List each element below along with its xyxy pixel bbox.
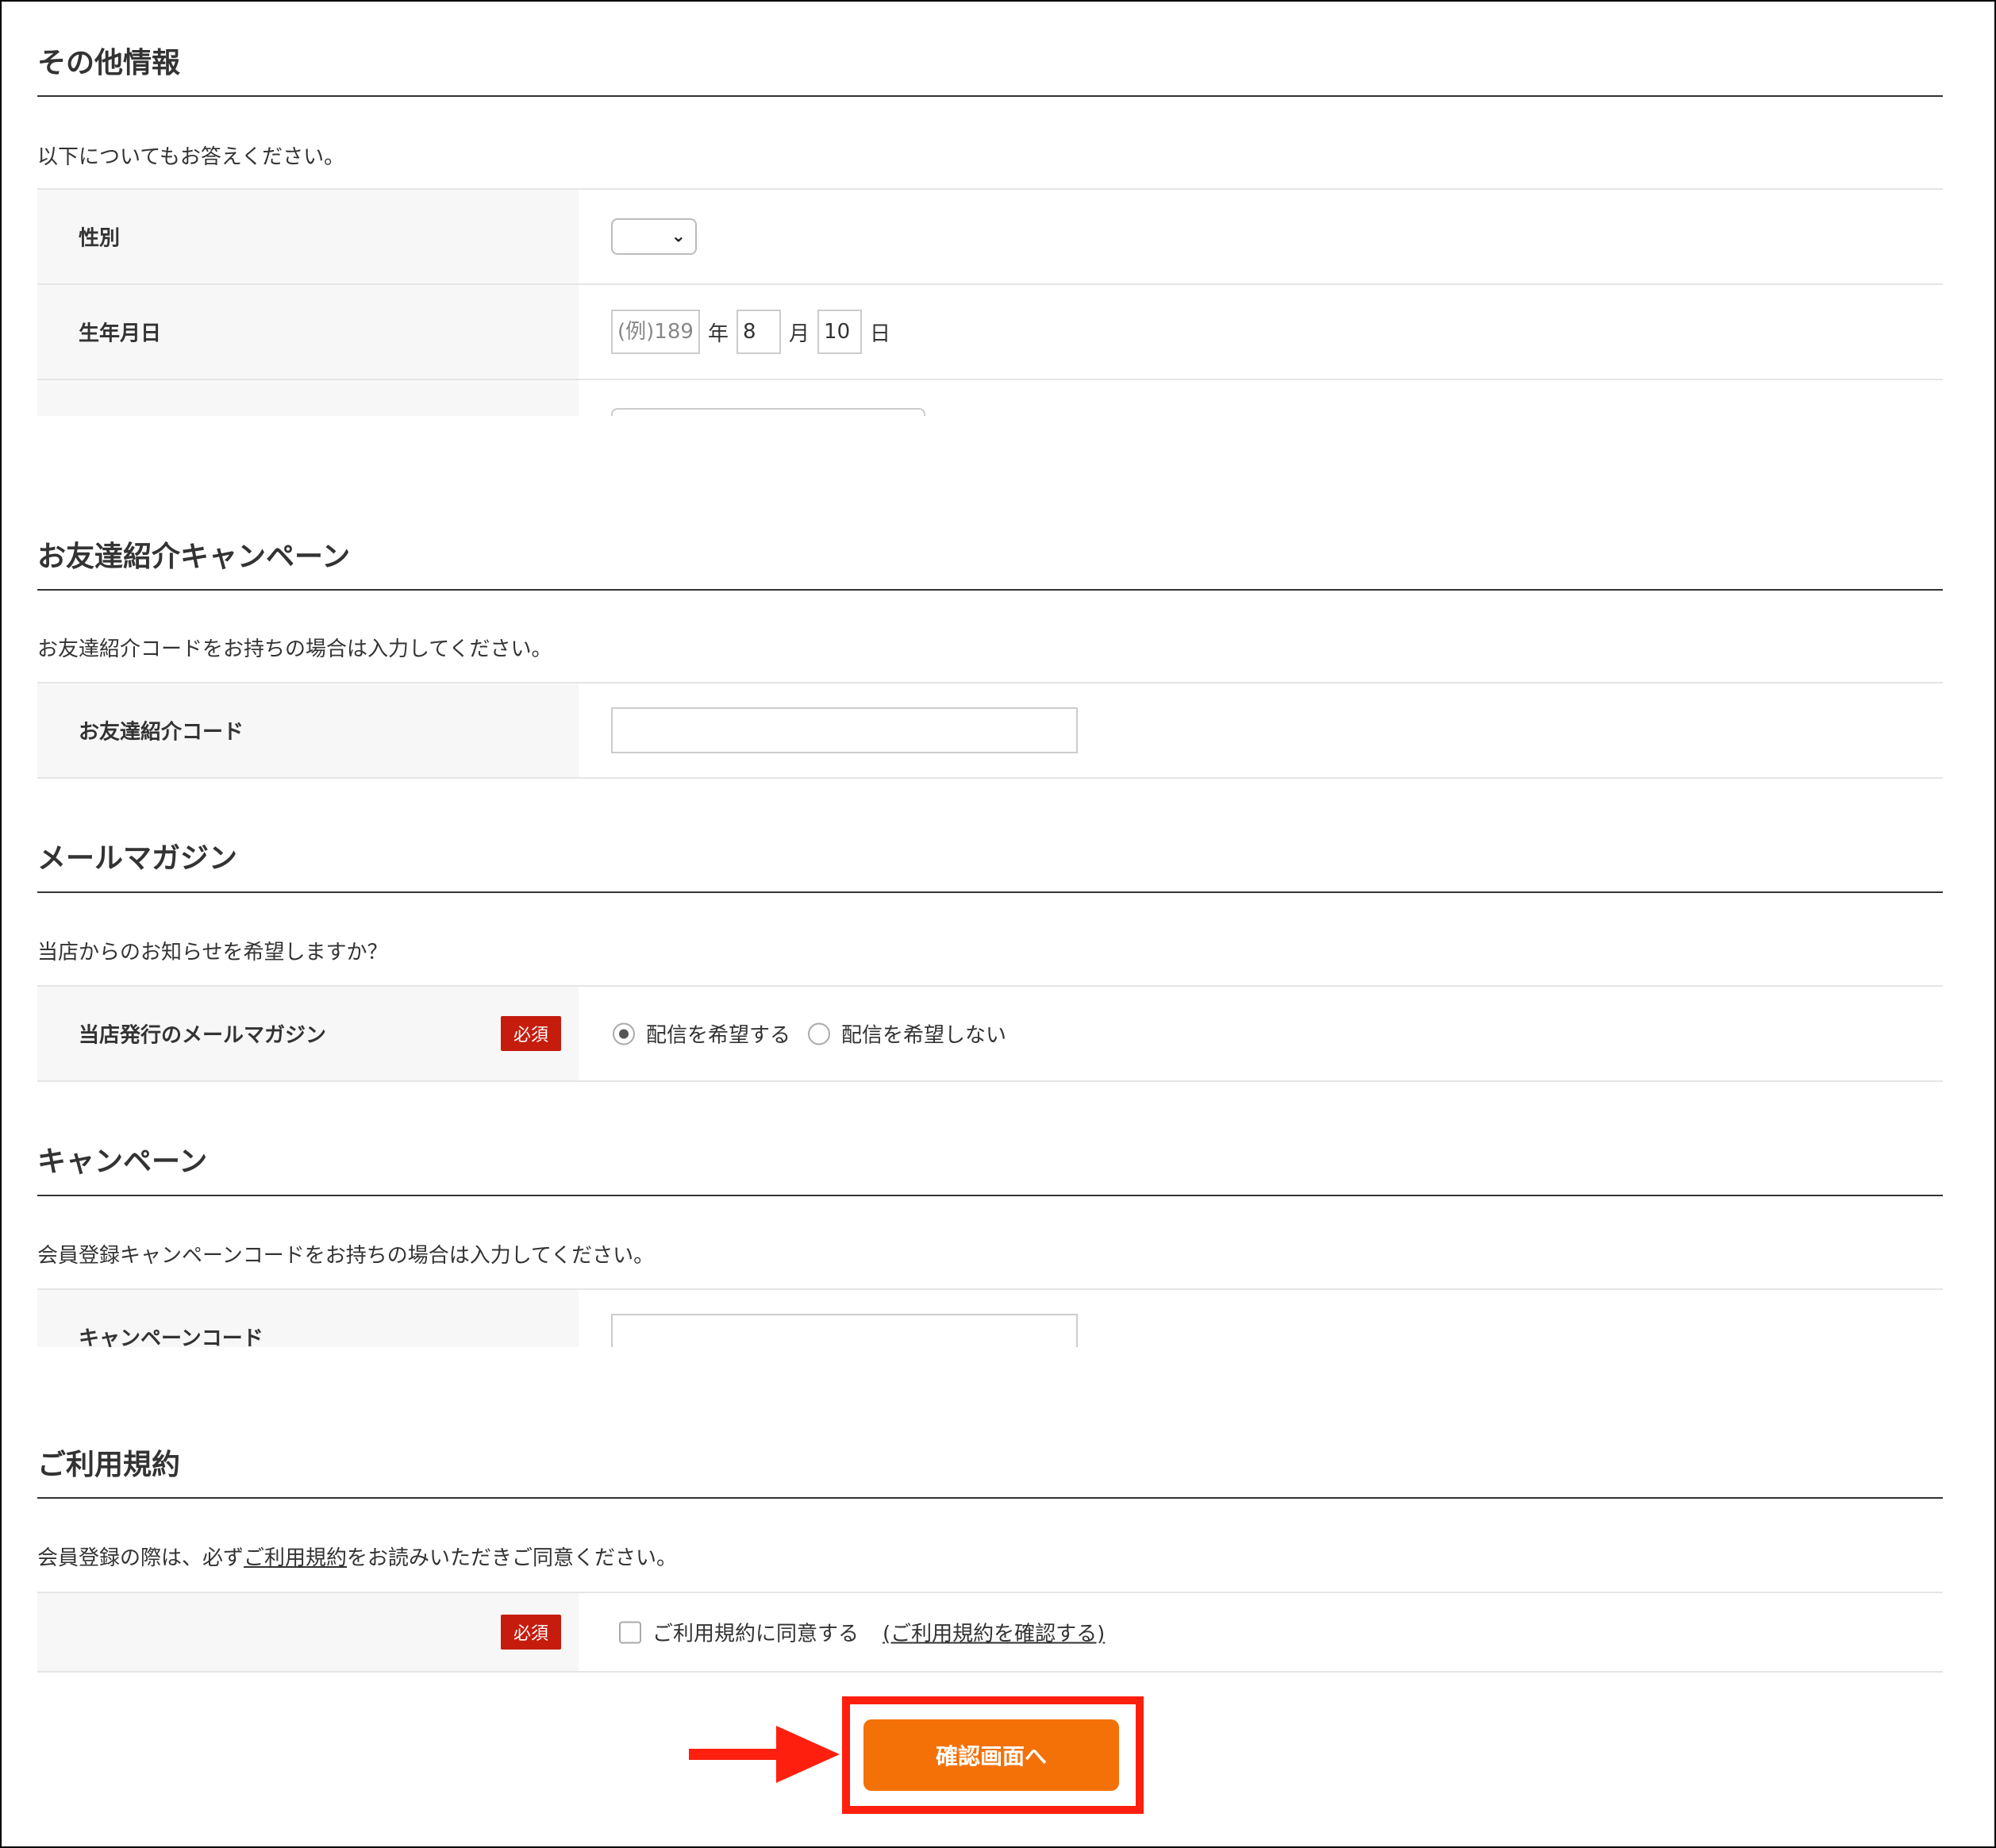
option-no-label[interactable]: 配信を希望しない	[841, 1019, 1006, 1049]
form-row-referral-code: お友達紹介コード	[37, 682, 1943, 779]
radio-newsletter-no[interactable]	[808, 1022, 831, 1045]
section-divider	[37, 891, 1943, 893]
month-unit: 月	[789, 321, 810, 346]
field-label-cell: 生年月日	[37, 285, 579, 379]
terms-agree-checkbox[interactable]	[619, 1621, 641, 1643]
section-title-newsletter: メールマガジン	[37, 842, 238, 875]
terms-desc-after: をお読みいただきご同意ください。	[347, 1546, 678, 1570]
gender-label: 性別	[79, 226, 121, 251]
radio-newsletter-yes[interactable]	[613, 1022, 635, 1045]
newsletter-label: 当店発行のメールマガジン	[79, 1023, 327, 1048]
form-row-campaign-code: キャンペーンコード	[37, 1288, 1943, 1347]
campaign-code-input[interactable]	[611, 1314, 1078, 1347]
section-desc-newsletter: 当店からのお知らせを希望しますか？	[37, 941, 388, 964]
birth-month-input[interactable]: 8	[736, 310, 782, 354]
section-divider	[37, 1195, 1943, 1196]
section-title-campaign: キャンペーン	[37, 1145, 208, 1178]
field-label-cell: キャンペーンコード	[37, 1290, 579, 1347]
form-row-gender: 性別 ⌄	[37, 188, 1943, 283]
terms-agree-label[interactable]: ご利用規約に同意する	[652, 1618, 859, 1647]
section-divider	[37, 95, 1943, 97]
form-row-truncated	[37, 379, 1943, 416]
birth-year-input[interactable]: (例)189	[611, 310, 700, 354]
terms-link[interactable]: ご利用規約	[244, 1546, 347, 1570]
confirm-button[interactable]: 確認画面へ	[863, 1719, 1119, 1791]
registration-form-page: その他情報 以下についてもお答えください。 性別 ⌄ 生年月日 (例)189 年…	[0, 0, 1996, 1848]
truncated-field[interactable]	[611, 408, 925, 416]
section-title-terms: ご利用規約	[37, 1449, 181, 1481]
gender-select[interactable]: ⌄	[611, 218, 697, 255]
option-yes-label[interactable]: 配信を希望する	[646, 1019, 790, 1049]
section-desc-referral: お友達紹介コードをお持ちの場合は入力してください。	[37, 637, 552, 661]
required-badge: 必須	[500, 1615, 561, 1650]
terms-desc-before: 会員登録の際は、必ず	[37, 1546, 244, 1570]
field-label-cell: 必須	[37, 1593, 579, 1671]
campaign-code-label: キャンペーンコード	[79, 1326, 263, 1348]
chevron-down-icon: ⌄	[671, 226, 686, 247]
field-label-cell: 当店発行のメールマガジン 必須	[37, 987, 579, 1080]
referral-code-input[interactable]	[611, 707, 1078, 753]
terms-confirm-link[interactable]: (ご利用規約を確認する)	[883, 1618, 1105, 1647]
section-title-other: その他情報	[37, 47, 181, 79]
form-row-newsletter: 当店発行のメールマガジン 必須 配信を希望する 配信を希望しない	[37, 985, 1943, 1082]
field-label-cell: お友達紹介コード	[37, 683, 579, 777]
birth-day-input[interactable]: 10	[817, 310, 863, 354]
section-divider	[37, 1497, 1943, 1499]
day-unit: 日	[870, 321, 891, 346]
arrow-right-icon	[689, 1726, 840, 1783]
referral-code-label: お友達紹介コード	[79, 720, 244, 745]
section-desc-campaign: 会員登録キャンペーンコードをお持ちの場合は入力してください。	[37, 1244, 655, 1268]
birthday-label: 生年月日	[79, 321, 162, 346]
section-title-referral: お友達紹介キャンペーン	[37, 541, 351, 573]
field-label-cell: 性別	[37, 190, 579, 283]
form-row-birthday: 生年月日 (例)189 年 8 月 10 日	[37, 283, 1943, 379]
section-divider	[37, 589, 1943, 591]
section-desc-other: 以下についてもお答えください。	[37, 145, 345, 169]
field-label-cell	[37, 380, 579, 416]
form-row-terms-agree: 必須 ご利用規約に同意する (ご利用規約を確認する)	[37, 1592, 1943, 1673]
required-badge: 必須	[500, 1016, 561, 1051]
section-desc-terms: 会員登録の際は、必ずご利用規約をお読みいただきご同意ください。	[37, 1546, 677, 1571]
year-unit: 年	[708, 321, 729, 346]
